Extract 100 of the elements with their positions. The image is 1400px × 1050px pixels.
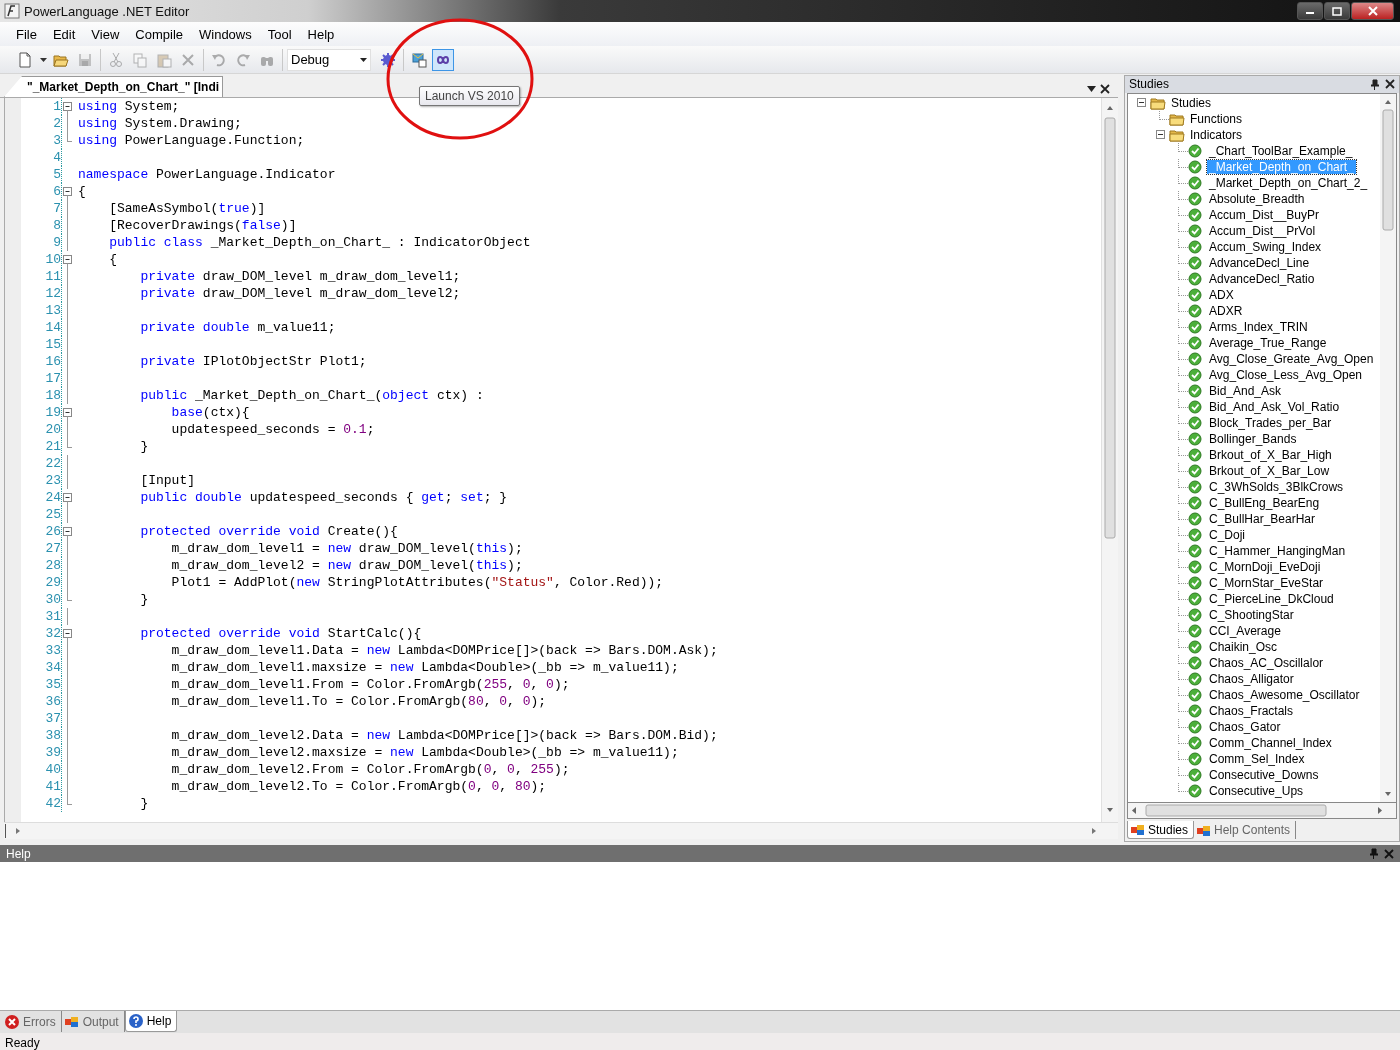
code-line: m_draw_dom_level1.maxsize = new Lambda<Double>(_bb => m_value11); [170,659,679,676]
menu-item[interactable]: Tool [259,24,300,44]
collapse-toggle[interactable] [1155,130,1165,140]
menu-item[interactable]: File [8,24,45,44]
tree-item[interactable]: Arms_Index_TRIN [1207,319,1310,334]
tree-item[interactable]: Studies [1169,95,1214,110]
tree-item[interactable]: C_3WhSolds_3BlkCrows [1207,479,1346,494]
menu-item[interactable]: Windows [191,24,260,44]
check-icon [1188,447,1204,462]
tree-item[interactable]: C_BullHar_BearHar [1207,511,1318,526]
check-icon [1188,223,1204,238]
tree-item[interactable]: Avg_Close_Less_Avg_Open [1207,367,1364,382]
check-icon [1188,575,1204,590]
maximize-button[interactable] [1324,2,1350,20]
panel-tab[interactable]: Help Contents [1194,821,1297,840]
tree-item[interactable]: ADX [1207,287,1236,302]
document-tab[interactable]: "_Market_Depth_on_Chart_" [Indi [4,76,224,97]
tree-item[interactable]: C_MornStar_EveStar [1207,575,1326,590]
tree-item[interactable]: Chaos_Alligator [1207,671,1296,686]
tree-item[interactable]: Chaos_Awesome_Oscillator [1207,687,1362,702]
tree-item[interactable]: Brkout_of_X_Bar_High [1207,447,1334,462]
check-icon [1188,719,1204,734]
tree-item[interactable]: AdvanceDecl_Ratio [1207,271,1317,286]
line-number: 15 [21,336,62,353]
code-line: [Input] [139,472,196,489]
tree-item[interactable]: C_PierceLine_DkCloud [1207,591,1336,606]
folder-icon [1150,95,1166,110]
menu-item[interactable]: Compile [127,24,191,44]
check-icon [1188,463,1204,478]
check-icon [1188,367,1204,382]
infinity-button[interactable] [432,48,454,71]
panel-tab[interactable]: Output [61,1011,125,1032]
minimize-button[interactable] [1297,2,1323,20]
pin-icon[interactable] [1371,78,1379,90]
panel-tab[interactable]: Help [124,1011,178,1032]
tree-item[interactable]: AdvanceDecl_Line [1207,255,1312,270]
code-line: m_draw_dom_level2.Data = new Lambda<DOMPrice[]>(back => Bars.DOM.Bid); [170,727,718,744]
tree-item[interactable]: Chaos_Fractals [1207,703,1296,718]
line-number: 18 [21,387,62,404]
tree-item[interactable]: Consecutive_Downs [1207,767,1321,782]
tree-item[interactable]: Indicators [1188,127,1245,142]
line-number: 36 [21,693,62,710]
tree-item[interactable]: Accum_Dist__PrVol [1207,223,1318,238]
code-line: [SameAsSymbol(true)] [108,200,266,217]
tree-item[interactable]: Accum_Swing_Index [1207,239,1324,254]
tree-item[interactable]: _Market_Depth_on_Chart_2_ [1207,175,1370,190]
check-icon [1188,511,1204,526]
tree-item[interactable]: Average_True_Range [1207,335,1329,350]
tree-item[interactable]: Chaos_Gator [1207,719,1283,734]
close-button[interactable] [1351,2,1394,20]
menu-item[interactable]: Edit [44,24,84,44]
tree-item[interactable]: Chaikin_Osc [1207,639,1280,654]
tree-item[interactable]: Absolute_Breadth [1207,191,1307,206]
tree-item[interactable]: C_ShootingStar [1207,607,1296,622]
tree-item[interactable]: C_Doji [1207,527,1247,542]
tree-item[interactable]: _Chart_ToolBar_Example_ [1207,143,1355,158]
check-icon [1188,431,1204,446]
tree-item[interactable]: Avg_Close_Greate_Avg_Open [1207,351,1376,366]
tree-item[interactable]: CCI_Average [1207,623,1283,638]
tree-item[interactable]: Accum_Dist__BuyPr [1207,207,1322,222]
tree-item[interactable]: Comm_Channel_Index [1207,735,1334,750]
tree-item[interactable]: C_BullEng_BearEng [1207,495,1322,510]
horizontal-scrollbar[interactable] [4,822,1118,839]
close-icon[interactable] [1100,84,1110,94]
code-line: } [139,438,149,455]
configuration-dropdown[interactable]: Debug [287,48,371,71]
panel-title: Studies [1129,77,1170,92]
tree-item[interactable]: C_MornDoji_EveDoji [1207,559,1323,574]
line-number: 42 [21,795,62,812]
menu-item[interactable]: View [83,24,128,44]
code-line: private draw_DOM_level m_draw_dom_level1; [139,268,461,285]
line-number: 33 [21,642,62,659]
tree-item[interactable]: Chaos_AC_Oscillalor [1207,655,1326,670]
help-icon [127,1013,144,1029]
tree-item[interactable]: Block_Trades_per_Bar [1207,415,1334,430]
close-icon[interactable] [1385,79,1395,90]
panel-tab[interactable]: Errors [2,1011,62,1032]
tree-item[interactable]: Functions [1188,111,1245,126]
tree-item[interactable]: Brkout_of_X_Bar_Low [1207,463,1332,478]
line-number: 13 [21,302,62,319]
code-line: { [77,183,86,200]
tree-item[interactable]: ADXR [1207,303,1245,318]
collapse-toggle[interactable] [1136,98,1146,108]
code-line: m_draw_dom_level1.To = Color.FromArgb(80, 0, 0); [170,693,547,710]
line-number: 31 [21,608,62,625]
dropdown-icon[interactable] [1087,86,1096,92]
menu-item[interactable]: Help [299,24,343,44]
check-icon [1188,319,1204,334]
line-number: 32 [21,625,62,642]
tree-item[interactable]: Bollinger_Bands [1207,431,1299,446]
tree-item[interactable]: Bid_And_Ask_Vol_Ratio [1207,399,1342,414]
maximize-icon [1332,6,1342,16]
line-number: 20 [21,421,62,438]
tree-item[interactable]: C_Hammer_HangingMan [1207,543,1348,558]
tree-item[interactable]: Comm_Sel_Index [1207,751,1307,766]
tree-item[interactable]: Bid_And_Ask [1207,383,1284,398]
tree-item[interactable]: Consecutive_Ups [1207,783,1306,798]
code-line: public double updatespeed_seconds { get; set; } [139,489,508,506]
panel-tab[interactable]: Studies [1127,821,1195,840]
app-icon [4,3,20,19]
